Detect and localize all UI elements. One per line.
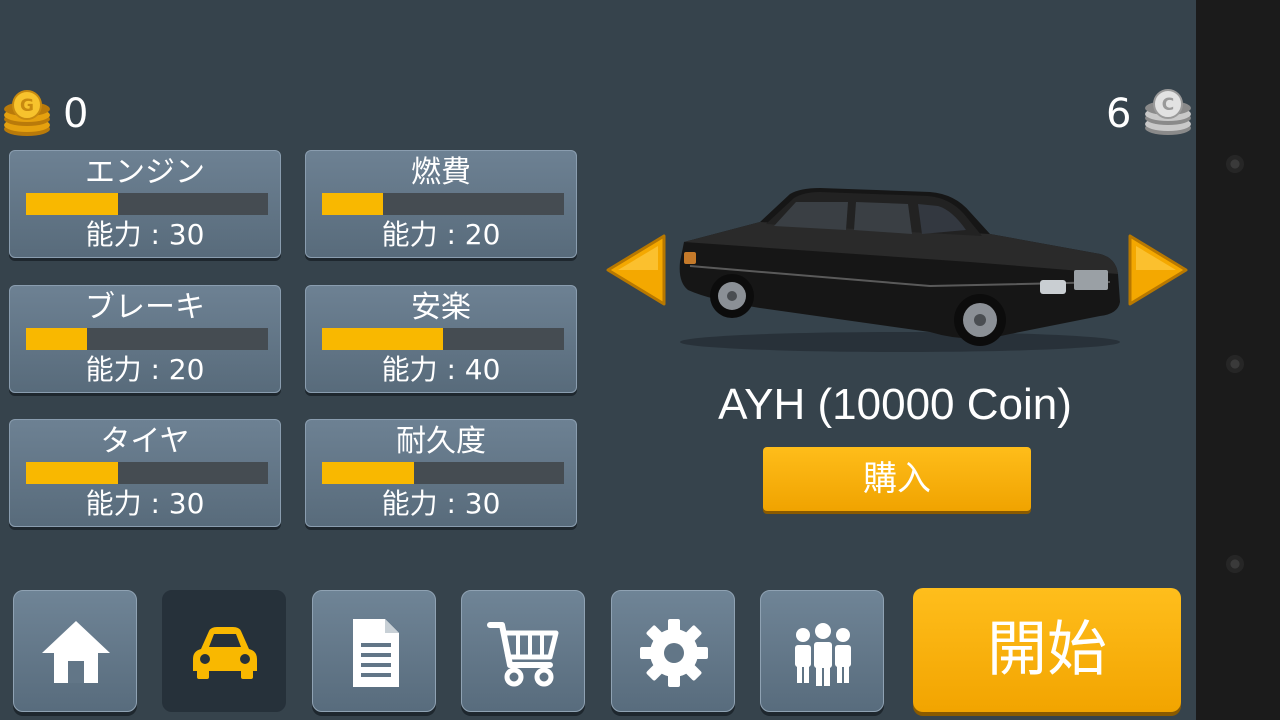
stat-ability: 能力 : 30 <box>381 487 501 520</box>
stat-progress-bar <box>26 462 268 484</box>
game-screen: G 0 6 C エンジン 能力 : 30 燃費 能力 : 20 ブレーキ 能力 … <box>0 0 1196 720</box>
stat-name: 安楽 <box>411 290 471 325</box>
stat-ability: 能力 : 30 <box>85 487 205 520</box>
stat-progress-fill <box>322 328 443 350</box>
stat-name: 燃費 <box>411 155 471 190</box>
stat-progress-fill <box>322 462 414 484</box>
stat-card-tire[interactable]: タイヤ 能力 : 30 <box>9 419 281 527</box>
people-icon <box>795 623 851 686</box>
svg-text:G: G <box>20 96 34 116</box>
tab-garage[interactable] <box>162 590 286 712</box>
tab-community[interactable] <box>760 590 884 712</box>
tab-home[interactable] <box>13 590 137 712</box>
nav-button-dot[interactable] <box>1226 155 1244 173</box>
stat-progress-fill <box>26 462 118 484</box>
arrow-left-icon[interactable] <box>604 232 668 308</box>
tab-settings[interactable] <box>611 590 735 712</box>
stat-ability: 能力 : 20 <box>381 218 501 251</box>
stat-progress-bar <box>26 193 268 215</box>
stat-card-fuel[interactable]: 燃費 能力 : 20 <box>305 150 577 258</box>
car-icon <box>193 627 257 679</box>
tab-shop[interactable] <box>461 590 585 712</box>
silver-coin-count: 6 <box>1106 91 1132 137</box>
system-nav-bar <box>1196 0 1280 720</box>
stat-card-brake[interactable]: ブレーキ 能力 : 20 <box>9 285 281 393</box>
home-icon <box>42 621 110 683</box>
nav-button-dot[interactable] <box>1226 555 1244 573</box>
stat-progress-fill <box>322 193 383 215</box>
start-button[interactable]: 開始 <box>913 588 1181 712</box>
stat-progress-bar <box>26 328 268 350</box>
nav-button-dot[interactable] <box>1226 355 1244 373</box>
tab-records[interactable] <box>312 590 436 712</box>
stat-ability: 能力 : 40 <box>381 353 501 386</box>
gear-icon <box>640 619 708 687</box>
stat-progress-fill <box>26 328 87 350</box>
stat-name: 耐久度 <box>396 424 486 459</box>
stat-progress-bar <box>322 193 564 215</box>
document-icon <box>353 619 399 687</box>
stat-ability: 能力 : 20 <box>85 353 205 386</box>
stat-name: ブレーキ <box>85 290 205 325</box>
buy-button[interactable]: 購入 <box>763 447 1031 511</box>
gold-coin-stack-icon: G <box>4 90 50 136</box>
stat-card-durability[interactable]: 耐久度 能力 : 30 <box>305 419 577 527</box>
silver-coin-stack-icon: C <box>1145 89 1191 135</box>
stat-ability: 能力 : 30 <box>85 218 205 251</box>
svg-text:C: C <box>1162 95 1174 115</box>
car-title: AYH (10000 Coin) <box>718 380 1072 429</box>
stat-name: タイヤ <box>100 424 190 459</box>
arrow-right-icon[interactable] <box>1126 232 1190 308</box>
stat-card-engine[interactable]: エンジン 能力 : 30 <box>9 150 281 258</box>
car-image <box>679 188 1120 352</box>
stat-progress-bar <box>322 462 564 484</box>
stat-progress-bar <box>322 328 564 350</box>
stat-card-comfort[interactable]: 安楽 能力 : 40 <box>305 285 577 393</box>
gold-coin-count: 0 <box>63 91 89 137</box>
stat-name: エンジン <box>85 155 205 190</box>
shopping-cart-icon <box>487 622 559 687</box>
stat-progress-fill <box>26 193 118 215</box>
